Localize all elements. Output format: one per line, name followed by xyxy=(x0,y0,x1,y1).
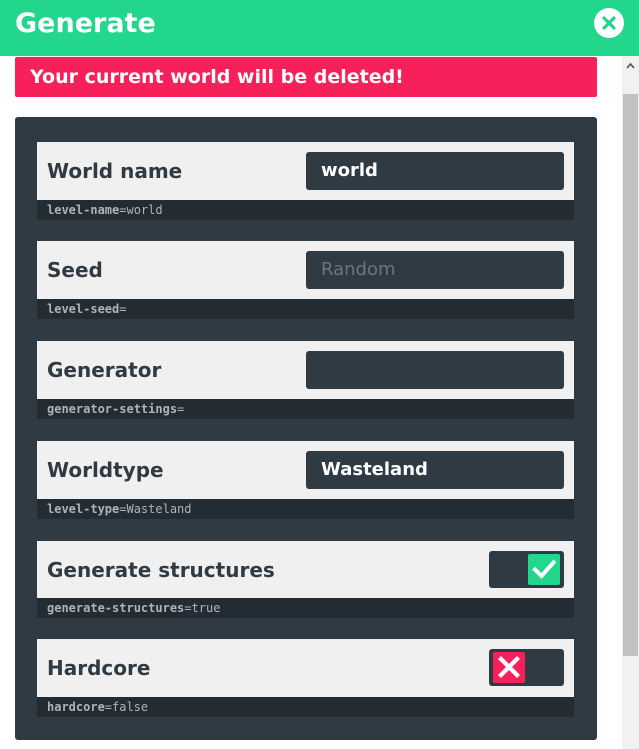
world-name-input[interactable]: world xyxy=(306,152,564,190)
scroll-up-arrow-icon[interactable] xyxy=(622,58,639,74)
property-key: level-name=world xyxy=(37,200,574,220)
field-hardcore: Hardcore hardcore=false xyxy=(37,639,574,717)
field-world-name: World name world level-name=world xyxy=(37,142,574,220)
warning-text: Your current world will be deleted! xyxy=(30,66,404,88)
field-label: Worldtype xyxy=(47,458,164,482)
field-label: Hardcore xyxy=(47,656,151,680)
field-label: Generator xyxy=(47,358,162,382)
property-key: level-seed= xyxy=(37,299,574,319)
header-bar: Generate xyxy=(0,0,639,56)
toggle-knob xyxy=(493,652,525,683)
close-icon xyxy=(602,16,616,30)
property-key: level-type=Wasteland xyxy=(37,499,574,519)
close-button[interactable] xyxy=(594,8,624,38)
hardcore-toggle[interactable] xyxy=(489,649,564,686)
toggle-knob xyxy=(528,554,560,585)
generator-input[interactable] xyxy=(306,351,564,389)
field-label: World name xyxy=(47,159,183,183)
scrollbar[interactable] xyxy=(622,56,639,749)
x-icon xyxy=(498,656,520,678)
seed-input[interactable]: Random xyxy=(306,251,564,289)
field-generate-structures: Generate structures generate-structures=… xyxy=(37,541,574,618)
property-key: hardcore=false xyxy=(37,697,574,717)
generate-structures-toggle[interactable] xyxy=(489,551,564,588)
warning-banner: Your current world will be deleted! xyxy=(15,57,597,97)
check-icon xyxy=(532,559,557,579)
field-label: Seed xyxy=(47,258,103,282)
property-key: generator-settings= xyxy=(37,399,574,419)
property-key: generate-structures=true xyxy=(37,598,574,618)
scrollbar-thumb[interactable] xyxy=(623,94,638,656)
field-label: Generate structures xyxy=(47,558,275,582)
field-seed: Seed Random level-seed= xyxy=(37,241,574,319)
worldtype-select[interactable]: Wasteland xyxy=(306,451,564,489)
settings-panel: World name world level-name=world Seed R… xyxy=(15,117,597,740)
field-generator: Generator generator-settings= xyxy=(37,341,574,419)
page-title: Generate xyxy=(15,8,156,39)
field-worldtype: Worldtype Wasteland level-type=Wasteland xyxy=(37,441,574,519)
